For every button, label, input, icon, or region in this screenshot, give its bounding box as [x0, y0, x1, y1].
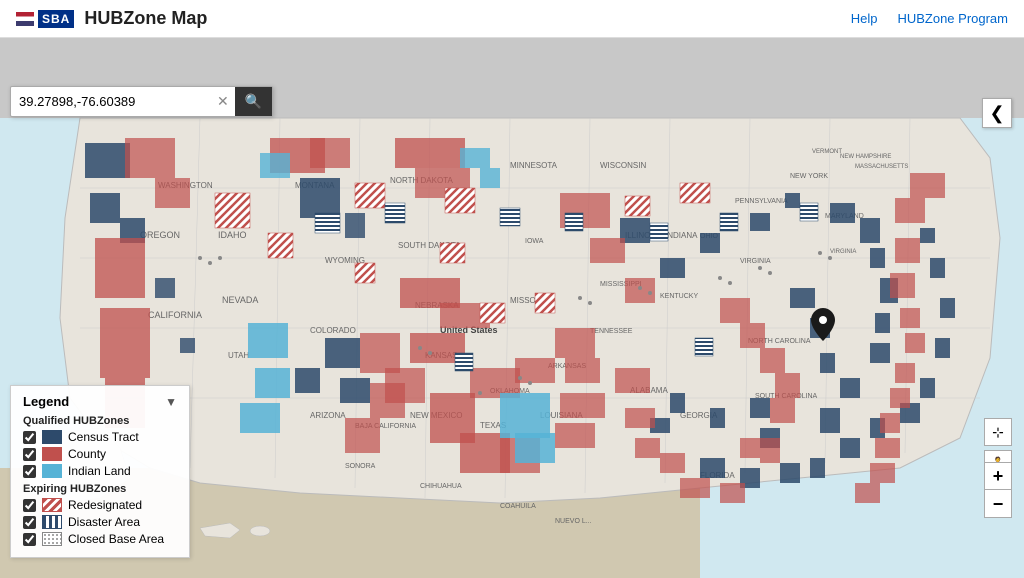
closed-base-label: Closed Base Area — [68, 532, 164, 546]
svg-text:NEW HAMPSHIRE: NEW HAMPSHIRE — [840, 154, 891, 160]
redesignated-swatch — [42, 498, 62, 512]
svg-text:OREGON: OREGON — [140, 230, 180, 240]
zoom-in-button[interactable]: + — [984, 462, 1012, 490]
legend-item-indian-land: Indian Land — [23, 464, 177, 478]
svg-text:COLORADO: COLORADO — [310, 326, 356, 335]
svg-text:INDIANA: INDIANA — [665, 231, 698, 240]
sba-logo: SBA — [16, 10, 74, 28]
legend-item-redesignated: Redesignated — [23, 498, 177, 512]
navigate-icon[interactable]: ⊹ — [984, 418, 1012, 446]
legend-title: Legend — [23, 394, 69, 409]
legend-item-county: County — [23, 447, 177, 461]
back-arrow-button[interactable]: ❮ — [982, 98, 1012, 128]
county-swatch — [42, 447, 62, 461]
redesignated-checkbox[interactable] — [23, 499, 36, 512]
search-icon: 🔍 — [245, 93, 262, 109]
expiring-hubzones-title: Expiring HUBZones — [23, 483, 177, 495]
county-checkbox[interactable] — [23, 448, 36, 461]
svg-text:CHIHUAHUA: CHIHUAHUA — [420, 483, 462, 490]
search-bar: ✕ 🔍 — [10, 86, 273, 117]
header-links: Help HUBZone Program — [851, 11, 1008, 26]
closed-base-checkbox[interactable] — [23, 533, 36, 546]
help-link[interactable]: Help — [851, 11, 878, 26]
indian-land-label: Indian Land — [68, 464, 131, 478]
census-tract-label: Census Tract — [68, 430, 139, 444]
svg-text:NEW YORK: NEW YORK — [790, 173, 828, 180]
search-input[interactable] — [11, 88, 211, 115]
svg-text:MINNESOTA: MINNESOTA — [510, 161, 558, 170]
svg-text:VERMONT: VERMONT — [812, 149, 842, 155]
legend-chevron-icon[interactable]: ▼ — [165, 395, 177, 409]
qualified-hubzones-title: Qualified HUBZones — [23, 415, 177, 427]
header-left: SBA HUBZone Map — [16, 8, 207, 29]
svg-text:UTAH: UTAH — [228, 351, 249, 360]
svg-text:ARIZONA: ARIZONA — [310, 411, 346, 420]
legend-item-closed-base: Closed Base Area — [23, 532, 177, 546]
svg-text:VIRGINIA: VIRGINIA — [740, 258, 771, 265]
chevron-left-icon: ❮ — [989, 103, 1004, 124]
svg-text:PENNSYLVANIA: PENNSYLVANIA — [735, 198, 788, 205]
hubzone-program-link[interactable]: HUBZone Program — [897, 11, 1008, 26]
svg-text:WISCONSIN: WISCONSIN — [600, 161, 646, 170]
legend-header: Legend ▼ — [23, 394, 177, 409]
legend-item-disaster: Disaster Area — [23, 515, 177, 529]
svg-text:COAHUILA: COAHUILA — [500, 503, 536, 510]
legend-item-census: Census Tract — [23, 430, 177, 444]
census-tract-checkbox[interactable] — [23, 431, 36, 444]
redesignated-label: Redesignated — [68, 498, 142, 512]
svg-text:SONORA: SONORA — [345, 463, 376, 470]
sba-logo-text: SBA — [38, 10, 74, 28]
map-container[interactable]: OREGON CALIFORNIA WASHINGTON IDAHO NEVAD… — [0, 38, 1024, 578]
header: SBA HUBZone Map Help HUBZone Program — [0, 0, 1024, 38]
svg-text:CALIFORNIA: CALIFORNIA — [148, 310, 202, 320]
svg-text:IDAHO: IDAHO — [218, 230, 247, 240]
svg-text:NEVADA: NEVADA — [222, 295, 258, 305]
disaster-area-checkbox[interactable] — [23, 516, 36, 529]
county-label: County — [68, 447, 106, 461]
search-button[interactable]: 🔍 — [235, 87, 272, 116]
legend-panel: Legend ▼ Qualified HUBZones Census Tract… — [10, 385, 190, 558]
census-tract-swatch — [42, 430, 62, 444]
svg-text:IOWA: IOWA — [525, 238, 544, 245]
zoom-out-button[interactable]: − — [984, 490, 1012, 518]
svg-text:NUEVO L...: NUEVO L... — [555, 518, 592, 525]
page-title: HUBZone Map — [84, 8, 207, 29]
search-clear-button[interactable]: ✕ — [211, 89, 235, 114]
closed-base-swatch — [42, 532, 62, 546]
disaster-area-swatch — [42, 515, 62, 529]
svg-text:TENNESSEE: TENNESSEE — [590, 328, 633, 335]
svg-text:VIRGINIA: VIRGINIA — [830, 249, 856, 255]
indian-land-swatch — [42, 464, 62, 478]
disaster-area-label: Disaster Area — [68, 515, 140, 529]
flag-icon — [16, 12, 34, 26]
svg-text:KENTUCKY: KENTUCKY — [660, 293, 698, 300]
svg-text:MASSACHUSETTS: MASSACHUSETTS — [855, 164, 908, 170]
zoom-controls: + − — [984, 462, 1012, 518]
indian-land-checkbox[interactable] — [23, 465, 36, 478]
